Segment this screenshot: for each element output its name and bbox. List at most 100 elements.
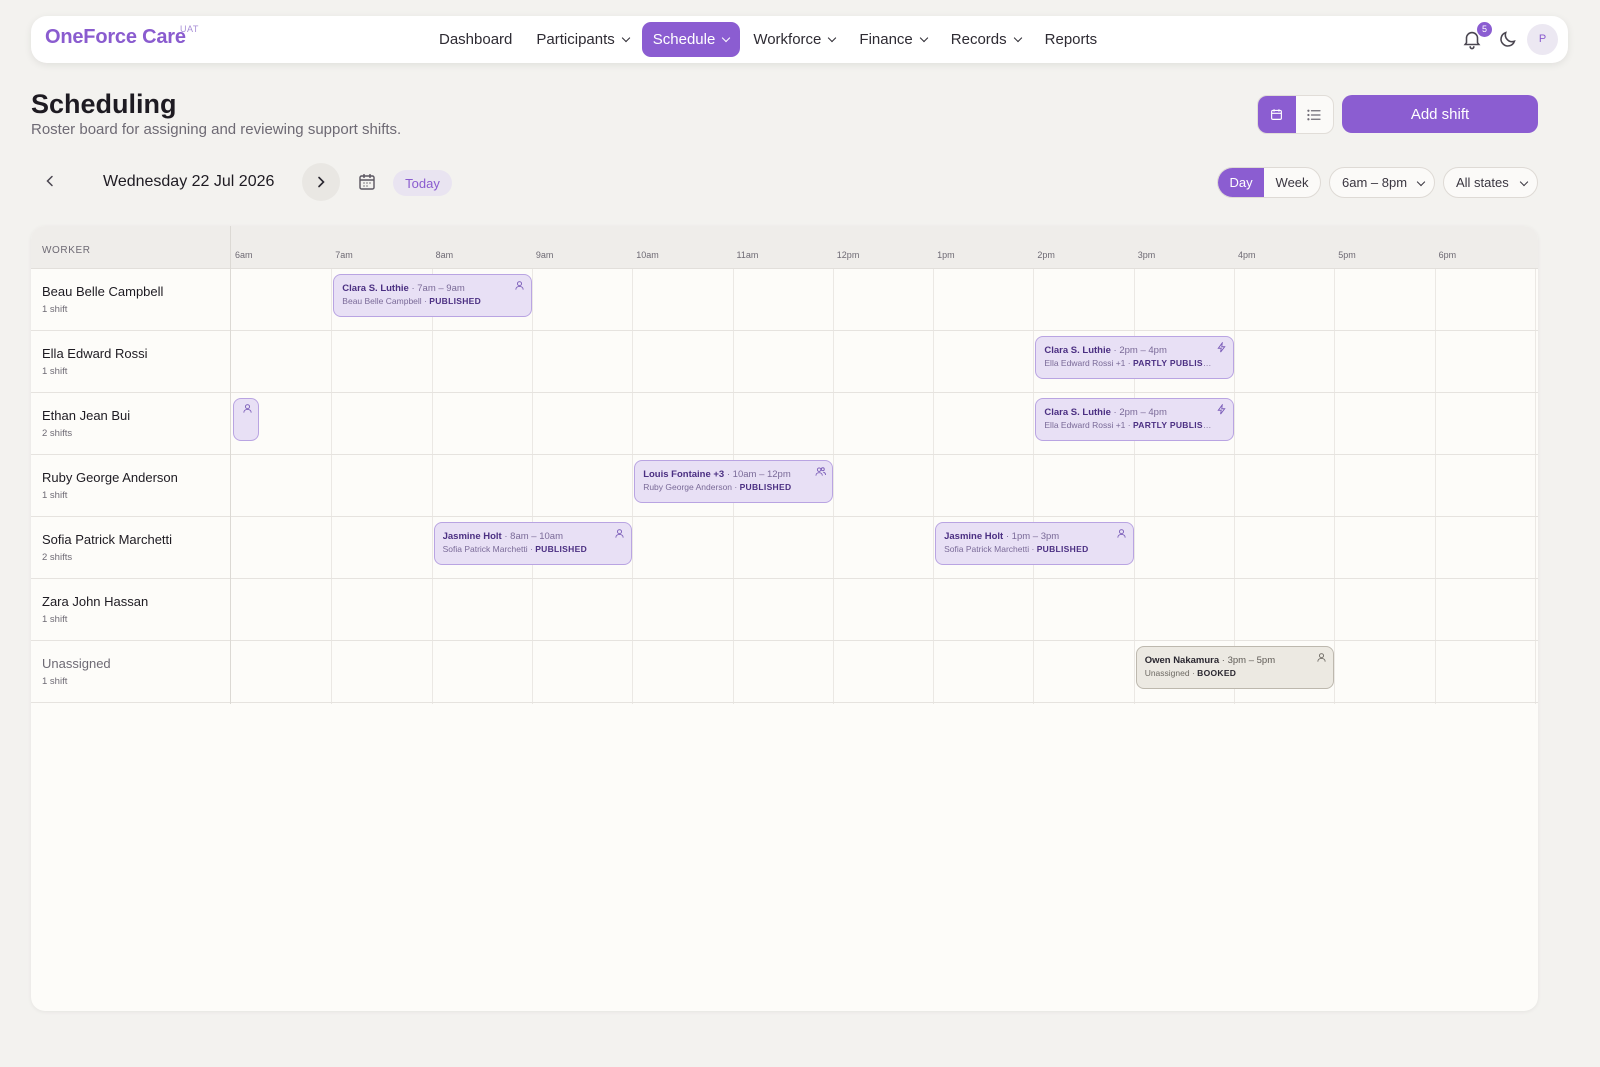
shift-workers: Ella Edward Rossi +1 · <box>1044 420 1133 430</box>
shift-status: PUBLISHED <box>739 482 792 492</box>
hour-label: 7am <box>335 250 353 260</box>
worker-row[interactable]: Beau Belle Campbell 1 shift <box>31 269 1538 331</box>
chevron-left-icon <box>46 175 53 187</box>
worker-row[interactable]: Sofia Patrick Marchetti 2 shifts <box>31 517 1538 579</box>
shift-summary: Clara S. Luthie · 2pm – 4pm <box>1044 407 1224 418</box>
chevron-down-icon <box>1416 177 1426 187</box>
hour-label: 8am <box>435 250 454 260</box>
shift-summary: Jasmine Holt · 8am – 10am <box>443 531 623 542</box>
list-view-button[interactable] <box>1296 96 1334 133</box>
worker-name: Ethan Jean Bui <box>42 408 131 423</box>
worker-name: Ella Edward Rossi <box>42 346 148 361</box>
lightning-icon <box>1217 342 1226 353</box>
shift-status: PARTLY PUBLISHED <box>1132 358 1222 368</box>
chevron-right-icon <box>318 176 325 188</box>
shift-card[interactable]: Jasmine Holt · 1pm – 3pm Sofia Patrick Ma… <box>935 522 1134 565</box>
shift-summary: Clara S. Luthie · 2pm – 4pm <box>1044 345 1224 356</box>
worker-row[interactable]: Zara John Hassan 1 shift <box>31 579 1538 641</box>
worker-row[interactable]: Ella Edward Rossi 1 shift <box>31 331 1538 393</box>
environment-tag: UAT <box>180 24 199 34</box>
time-range-select[interactable]: 6am – 8pm <box>1329 167 1435 198</box>
shift-time: · 8am – 10am <box>501 531 563 542</box>
shift-card[interactable]: Owen Nakamura · 3pm – 5pm Unassigned · BO… <box>1135 646 1335 689</box>
shift-participant: Jasmine Holt <box>944 531 1004 542</box>
shift-participant: Jasmine Holt <box>442 531 502 542</box>
avatar[interactable]: P <box>1527 24 1558 55</box>
chevron-down-icon <box>621 33 631 42</box>
hour-label: 6am <box>235 250 253 260</box>
today-button[interactable]: Today <box>393 170 452 196</box>
shift-card[interactable]: Clara S. Luthie · 2pm – 4pm Ella Edward R… <box>1035 336 1234 379</box>
page-title: Scheduling <box>31 89 177 119</box>
shift-status: PUBLISHED <box>1036 544 1089 554</box>
nav-item-participants[interactable]: Participants <box>525 22 639 57</box>
shift-count: 1 shift <box>42 366 68 377</box>
nav-item-schedule[interactable]: Schedule <box>641 22 741 57</box>
worker-name: Sofia Patrick Marchetti <box>42 532 173 547</box>
shift-participant: Louis Fontaine +3 <box>643 469 725 480</box>
shift-summary: Louis Fontaine +3 · 10am – 12pm <box>643 469 823 480</box>
shift-workers: Beau Belle Campbell · <box>342 296 430 306</box>
state-filter-select[interactable]: All states <box>1443 167 1538 198</box>
add-shift-button[interactable]: Add shift <box>1342 95 1538 133</box>
shift-details: Sofia Patrick Marchetti · PUBLISHED <box>944 544 1124 554</box>
nav-item-dashboard[interactable]: Dashboard <box>428 22 523 57</box>
hour-label: 4pm <box>1238 250 1256 260</box>
state-filter-value: All states <box>1456 175 1509 190</box>
chevron-down-icon <box>828 33 837 42</box>
main-nav: Dashboard Participants Schedule Workforce Fi… <box>428 22 1110 57</box>
moon-icon[interactable] <box>1497 28 1519 50</box>
week-mode-button[interactable]: Week <box>1264 168 1320 197</box>
worker-name: Ruby George Anderson <box>42 470 178 485</box>
shift-time: · 3pm – 5pm <box>1219 655 1276 666</box>
view-toggle <box>1257 95 1334 134</box>
person-icon <box>243 404 252 413</box>
shift-details: Unassigned · BOOKED <box>1145 668 1325 678</box>
previous-day-button[interactable] <box>35 166 65 196</box>
shift-participant: Clara S. Luthie <box>342 283 409 294</box>
chevron-down-icon <box>1519 177 1529 187</box>
roster-board: WORKER 6am 7am 8am 9am 10am 11am 12pm 1pm 2pm 3pm… <box>31 226 1538 1011</box>
nav-item-label: Schedule <box>652 31 716 48</box>
top-navbar: OneForce Care UAT Dashboard Participants S… <box>31 16 1568 63</box>
chevron-down-icon <box>1013 33 1022 42</box>
hour-label: 6pm <box>1438 250 1457 260</box>
list-view-icon <box>1307 109 1321 120</box>
day-mode-button[interactable]: Day <box>1218 168 1265 197</box>
shift-details: Ella Edward Rossi +1 · PARTLY PUBLISHED <box>1044 420 1224 430</box>
shift-card[interactable]: Jasmine Holt · 8am – 10am Sofia Patrick M… <box>433 522 633 565</box>
shift-count: 2 shifts <box>42 428 73 439</box>
shift-card[interactable]: Clara S. Luthie · 2pm – 4pm Ella Edward R… <box>1035 398 1234 441</box>
calendar-view-icon <box>1271 109 1283 120</box>
nav-item-finance[interactable]: Finance <box>848 22 937 57</box>
shift-card[interactable]: Louis Fontaine +3 · 10am – 12pm Ruby Geor… <box>634 460 833 503</box>
nav-item-label: Finance <box>859 31 913 48</box>
nav-item-workforce[interactable]: Workforce <box>742 22 846 57</box>
lightning-icon <box>1217 404 1226 415</box>
app-logo[interactable]: OneForce Care <box>45 26 186 49</box>
shift-card[interactable]: Clara S. Luthie · 7am – 9am Beau Belle Ca… <box>333 274 532 317</box>
shift-details: Ella Edward Rossi +1 · PARTLY PUBLISHED <box>1044 358 1224 368</box>
nav-item-label: Workforce <box>753 31 822 48</box>
nav-item-records[interactable]: Records <box>940 22 1032 57</box>
nav-item-label: Reports <box>1044 31 1098 48</box>
hour-label: 9am <box>535 250 554 260</box>
date-picker-icon[interactable] <box>356 171 378 193</box>
current-date: Wednesday 22 Jul 2026 <box>103 173 275 190</box>
hour-label: 10am <box>636 250 659 260</box>
shift-time: · 1pm – 3pm <box>1003 531 1060 542</box>
shift-card[interactable] <box>233 398 259 441</box>
chevron-down-icon <box>722 33 731 42</box>
calendar-view-button[interactable] <box>1258 96 1296 133</box>
worker-column-header: WORKER <box>42 245 91 256</box>
shift-time: · 7am – 9am <box>408 283 465 294</box>
page-subtitle: Roster board for assigning and reviewing… <box>31 121 402 138</box>
worker-column-divider <box>230 226 231 704</box>
shift-count: 1 shift <box>42 676 68 687</box>
shift-time: · 2pm – 4pm <box>1110 345 1167 356</box>
next-day-button[interactable] <box>302 163 340 201</box>
board-header: WORKER 6am 7am 8am 9am 10am 11am 12pm 1pm 2pm 3pm… <box>31 226 1538 269</box>
shift-time: · 2pm – 4pm <box>1110 407 1167 418</box>
person-icon <box>1317 653 1326 662</box>
nav-item-reports[interactable]: Reports <box>1034 22 1109 57</box>
